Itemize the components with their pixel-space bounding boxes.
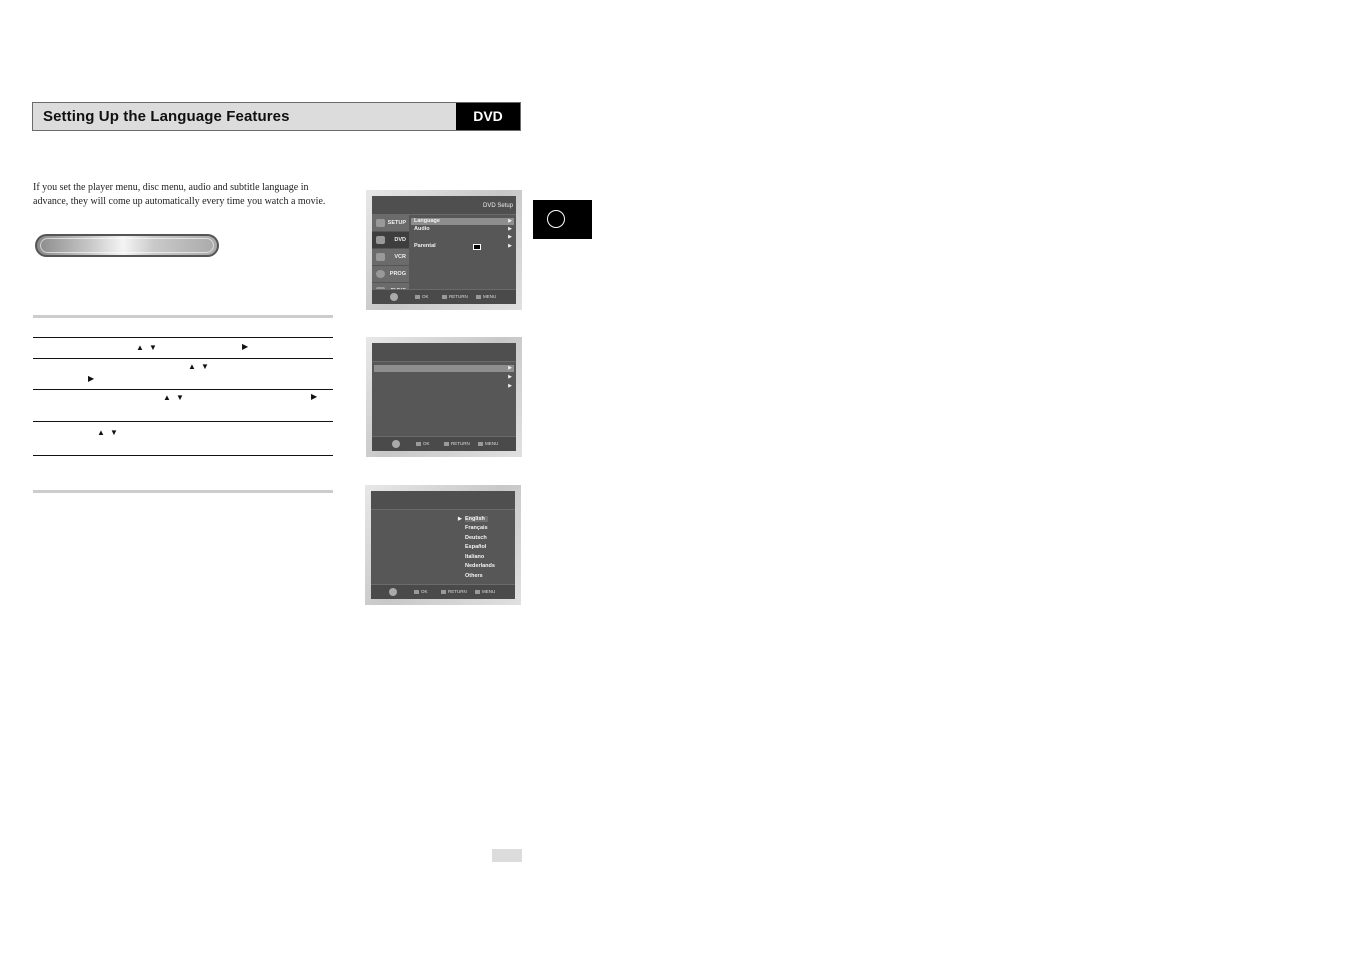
language-option: Italiano — [465, 554, 485, 560]
right-arrow-icon: ▶ — [508, 218, 512, 224]
menu-item-parental: Parental ▶ — [414, 243, 512, 250]
dvd-badge: DVD — [456, 103, 520, 130]
menu-item-blank: ▶ — [411, 234, 514, 241]
down-arrow-icon: ▼ — [110, 428, 118, 437]
divider-bottom — [33, 490, 333, 493]
vcr-icon — [376, 253, 385, 261]
language-option: Français — [465, 525, 488, 531]
page-title: Setting Up the Language Features — [43, 108, 290, 125]
dpad-icon — [392, 440, 400, 448]
step-1: ▲ ▼ ▶ — [33, 338, 333, 358]
down-arrow-icon: ▼ — [149, 343, 157, 352]
language-option: English — [465, 516, 488, 522]
right-arrow-icon: ▶ — [508, 226, 512, 232]
sidebar-item-prog: PROG — [372, 266, 409, 283]
circle-icon — [547, 210, 565, 228]
page-number-box — [492, 849, 522, 862]
language-option: Others — [465, 573, 483, 579]
section-header: Setting Up the Language Features DVD — [32, 102, 521, 131]
sidebar-item-vcr: VCR — [372, 249, 409, 266]
language-select-screen: ▶ English Français Deutsch Español Itali… — [365, 485, 521, 605]
right-arrow-icon: ▶ — [508, 374, 512, 380]
screen-title: DVD Setup — [482, 203, 513, 209]
right-arrow-icon: ▶ — [88, 374, 95, 383]
sidebar-item-dvd: DVD — [372, 232, 409, 249]
language-tab-badge — [533, 200, 592, 239]
right-arrow-icon: ▶ — [508, 243, 512, 249]
intro-text: If you set the player menu, disc menu, a… — [33, 182, 326, 207]
section-pill-label — [35, 234, 219, 257]
right-arrow-icon: ▶ — [242, 342, 249, 351]
menu-item: ▶ — [374, 365, 514, 372]
up-arrow-icon: ▲ — [188, 362, 196, 371]
right-arrow-icon: ▶ — [508, 234, 512, 240]
divider — [33, 455, 333, 456]
up-arrow-icon: ▲ — [163, 393, 171, 402]
right-arrow-icon: ▶ — [311, 392, 318, 401]
down-arrow-icon: ▼ — [176, 393, 184, 402]
dvd-setup-screen: DVD Setup SETUP DVD VCR PROG FUNC Langua… — [366, 190, 522, 310]
right-arrow-icon: ▶ — [508, 383, 512, 389]
lock-icon — [473, 244, 481, 250]
right-arrow-icon: ▶ — [508, 365, 512, 371]
disc-icon — [376, 236, 385, 244]
menu-item-language: Language ▶ — [411, 218, 514, 225]
screen-footer: OK RETURN MENU — [372, 289, 516, 304]
dpad-icon — [389, 588, 397, 596]
up-arrow-icon: ▲ — [97, 428, 105, 437]
step-3: ▲ ▼ ▶ — [33, 390, 333, 421]
language-option: Deutsch — [465, 535, 487, 541]
step-4: ▲ ▼ — [33, 422, 333, 455]
language-option: Nederlands — [465, 563, 495, 569]
menu-item: ▶ — [374, 383, 514, 390]
menu-item: ▶ — [374, 374, 514, 381]
selection-marker-icon: ▶ — [458, 516, 462, 522]
language-setup-screen: ▶ ▶ ▶ OK RETURN MENU — [366, 337, 522, 457]
up-arrow-icon: ▲ — [136, 343, 144, 352]
dpad-icon — [390, 293, 398, 301]
divider-top — [33, 315, 333, 318]
menu-item-audio: Audio ▶ — [414, 226, 512, 232]
language-option: Español — [465, 544, 487, 550]
clock-icon — [376, 270, 385, 278]
step-2: ▲ ▼ ▶ — [33, 359, 333, 389]
screen-footer: OK RETURN MENU — [371, 584, 515, 599]
gear-icon — [376, 219, 385, 227]
sidebar-item-setup: SETUP — [372, 215, 409, 232]
down-arrow-icon: ▼ — [201, 362, 209, 371]
screen-footer: OK RETURN MENU — [372, 436, 516, 451]
